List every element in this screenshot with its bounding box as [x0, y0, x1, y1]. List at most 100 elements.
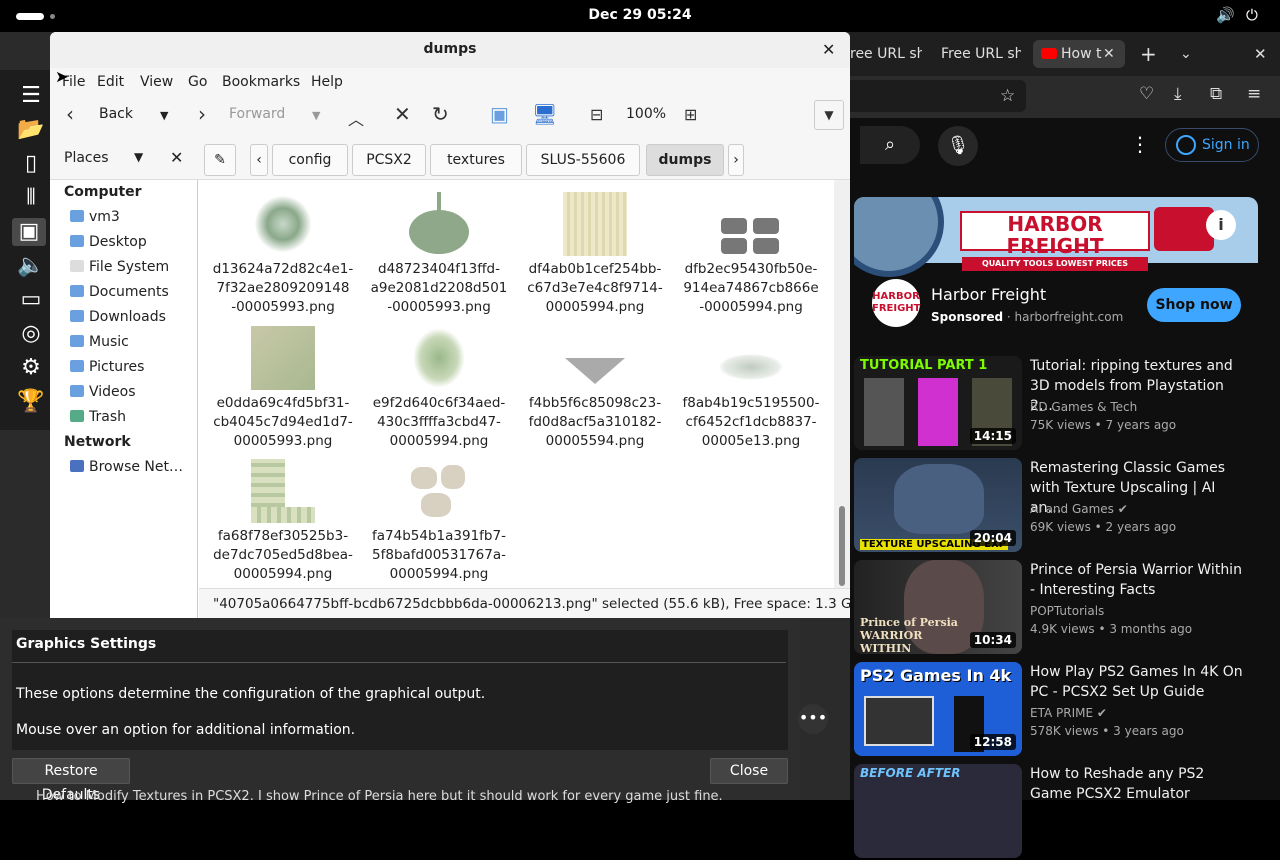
- breadcrumb-config[interactable]: config: [272, 144, 348, 176]
- kebab-menu-icon[interactable]: ⋮: [1130, 132, 1150, 156]
- window-titlebar[interactable]: dumps ✕: [50, 32, 850, 68]
- close-window-icon[interactable]: ✕: [1254, 40, 1267, 68]
- network-globe-icon[interactable]: ◎: [14, 320, 48, 348]
- breadcrumb-pcsx2[interactable]: PCSX2: [352, 144, 426, 176]
- menu-help[interactable]: Help: [311, 74, 343, 90]
- file-item[interactable]: fa74b54b1a391fb7- 5f8bafd00531767a- 000059…: [364, 459, 514, 584]
- file-item[interactable]: e0dda69c4fd5bf31- cb4045c7d94ed1d7- 000059…: [208, 326, 358, 451]
- sidebar-item-documents[interactable]: Documents: [70, 284, 194, 300]
- sidebar-item-file-system[interactable]: File System: [70, 259, 194, 275]
- zoom-out-icon[interactable]: ⊟: [590, 105, 603, 124]
- video-thumbnail[interactable]: BEFORE AFTER: [854, 764, 1022, 858]
- new-tab-icon[interactable]: +: [1140, 40, 1157, 68]
- video-title[interactable]: Prince of Persia Warrior Within - Intere…: [1030, 560, 1250, 600]
- edit-location-icon[interactable]: ✎: [204, 144, 236, 176]
- memory-card-icon[interactable]: ▭: [14, 286, 48, 314]
- menu-edit[interactable]: Edit: [97, 74, 124, 90]
- close-sidebar-icon[interactable]: ✕: [170, 148, 183, 167]
- video-item[interactable]: PS2 Games In 4k 12:58 How Play PS2 Games…: [854, 662, 1274, 758]
- audio-icon[interactable]: 🔈: [14, 252, 48, 280]
- video-title[interactable]: How Play PS2 Games In 4K On PC - PCSX2 S…: [1030, 662, 1250, 702]
- breadcrumb-slus-55606[interactable]: SLUS-55606: [526, 144, 640, 176]
- places-selector[interactable]: Places: [64, 150, 109, 166]
- sidebar-item-vm3[interactable]: vm3: [70, 209, 194, 225]
- back-button[interactable]: Back: [99, 106, 133, 122]
- file-item[interactable]: f4bb5f6c85098c23- fd0d8acf5a310182- 000055…: [520, 326, 670, 451]
- places-chevron-icon[interactable]: ▼: [134, 150, 143, 164]
- sidebar-item-browse-network[interactable]: Browse Netw…: [70, 459, 194, 475]
- extensions-icon[interactable]: ⧉: [1210, 84, 1222, 104]
- shop-now-button[interactable]: Shop now: [1147, 288, 1241, 322]
- view-options-chevron-icon[interactable]: ▼: [814, 100, 844, 130]
- breadcrumb-textures[interactable]: textures: [430, 144, 522, 176]
- more-options-icon[interactable]: •••: [798, 704, 828, 734]
- achievements-trophy-icon[interactable]: 🏆: [14, 388, 48, 416]
- folder-settings-icon[interactable]: ⚙: [14, 354, 48, 382]
- video-item[interactable]: BEFORE AFTER How to Reshade any PS2 Game…: [854, 764, 1274, 860]
- cpu-icon[interactable]: ▯: [14, 150, 48, 178]
- sidebar-item-music[interactable]: Music: [70, 334, 194, 350]
- ad-info-icon[interactable]: i: [1206, 210, 1236, 240]
- interface-settings-icon[interactable]: ☰: [14, 82, 48, 110]
- file-item[interactable]: f8ab4b19c5195500- cf6452cf1dcb8837- 00005e…: [676, 326, 826, 451]
- parent-folder-icon[interactable]: ︿: [348, 106, 364, 130]
- home-folder-icon[interactable]: ▣: [490, 102, 509, 126]
- microphone-icon[interactable]: 🎙: [938, 126, 978, 166]
- video-thumbnail[interactable]: PS2 Games In 4k 12:58: [854, 662, 1022, 756]
- video-thumbnail[interactable]: Prince of Persia WARRIOR WITHIN 10:34: [854, 560, 1022, 654]
- scrollbar-thumb[interactable]: [839, 506, 845, 586]
- video-channel[interactable]: ETA PRIME ✔: [1030, 706, 1107, 720]
- breadcrumb-left-chevron-icon[interactable]: ‹: [250, 144, 268, 176]
- sidebar-item-trash[interactable]: Trash: [70, 409, 194, 425]
- video-thumbnail[interactable]: TEXTURE UPSCALING EXP 20:04: [854, 458, 1022, 552]
- restore-defaults-button[interactable]: Restore Defaults: [12, 758, 130, 803]
- speaker-icon[interactable]: 🔊: [1216, 6, 1235, 24]
- harbor-freight-ad[interactable]: HARBOR FREIGHT QUALITY TOOLS LOWEST PRIC…: [854, 197, 1258, 375]
- clock[interactable]: Dec 29 05:24: [0, 7, 1280, 23]
- video-channel[interactable]: RD Games & Tech: [1030, 400, 1137, 414]
- ad-banner[interactable]: HARBOR FREIGHT QUALITY TOOLS LOWEST PRIC…: [854, 197, 1258, 277]
- menu-view[interactable]: View: [140, 74, 173, 90]
- power-icon[interactable]: ⏻: [1246, 6, 1258, 24]
- sidebar-item-desktop[interactable]: Desktop: [70, 234, 194, 250]
- menu-go[interactable]: Go: [188, 74, 207, 90]
- hamburger-menu-icon[interactable]: ≡: [1247, 84, 1261, 104]
- folder-icon[interactable]: 📂: [14, 116, 48, 144]
- video-channel[interactable]: AI and Games ✔: [1030, 502, 1128, 516]
- file-item[interactable]: df4ab0b1cef254bb-c67d3e7e4c8f9714- 000059…: [520, 192, 670, 317]
- back-history-chevron-icon[interactable]: ▼: [160, 109, 168, 122]
- file-item[interactable]: d48723404f13ffd-a9e2081d2208d501 -0000599…: [364, 192, 514, 317]
- close-icon[interactable]: ✕: [822, 40, 835, 59]
- download-icon[interactable]: ⤓: [1174, 84, 1182, 104]
- video-channel[interactable]: POPTutorials: [1030, 604, 1104, 618]
- menu-bookmarks[interactable]: Bookmarks: [222, 74, 300, 90]
- graphics-icon[interactable]: ▣: [12, 218, 46, 246]
- video-thumbnail[interactable]: TUTORIAL PART 1 14:15: [854, 356, 1022, 450]
- sign-in-button[interactable]: Sign in: [1165, 128, 1259, 162]
- close-button[interactable]: Close: [710, 758, 788, 784]
- video-title[interactable]: How to Reshade any PS2 Game PCSX2 Emulat…: [1030, 764, 1250, 804]
- video-item[interactable]: Prince of Persia WARRIOR WITHIN 10:34 Pr…: [854, 560, 1274, 656]
- video-item[interactable]: TEXTURE UPSCALING EXP 20:04 Remastering …: [854, 458, 1274, 554]
- file-item[interactable]: e9f2d640c6f34aed- 430c3ffffa3cbd47- 000059…: [364, 326, 514, 451]
- file-item[interactable]: dfb2ec95430fb50e- 914ea74867cb866e -000059…: [676, 192, 826, 317]
- pocket-icon[interactable]: ♡: [1139, 84, 1154, 104]
- bookmark-star-icon[interactable]: ☆: [1000, 86, 1015, 106]
- breadcrumb-dumps[interactable]: dumps: [646, 144, 724, 176]
- tab-youtube[interactable]: How t ✕: [1033, 40, 1125, 68]
- video-item[interactable]: TUTORIAL PART 1 14:15 Tutorial: ripping …: [854, 356, 1274, 452]
- back-arrow-icon[interactable]: ‹: [66, 102, 74, 126]
- url-field[interactable]: ☆: [850, 80, 1026, 112]
- file-item[interactable]: d13624a72d82c4e1- 7f32ae2809209148 -000059…: [208, 192, 358, 317]
- tab-list-chevron-icon[interactable]: ⌄: [1180, 40, 1192, 68]
- tab-free-url-2[interactable]: Free URL sh: [941, 40, 1021, 68]
- computer-icon[interactable]: 🖥: [532, 102, 557, 126]
- zoom-in-icon[interactable]: ⊞: [684, 105, 697, 124]
- breadcrumb-right-chevron-icon[interactable]: ›: [728, 144, 744, 176]
- close-tab-icon[interactable]: ✕: [1103, 40, 1115, 68]
- tab-free-url-1[interactable]: ree URL sh: [850, 40, 922, 68]
- search-icon[interactable]: ⌕: [860, 126, 920, 164]
- bios-icon[interactable]: ⫴: [14, 184, 48, 212]
- scrollbar[interactable]: [834, 180, 850, 588]
- reload-icon[interactable]: ↻: [432, 102, 449, 126]
